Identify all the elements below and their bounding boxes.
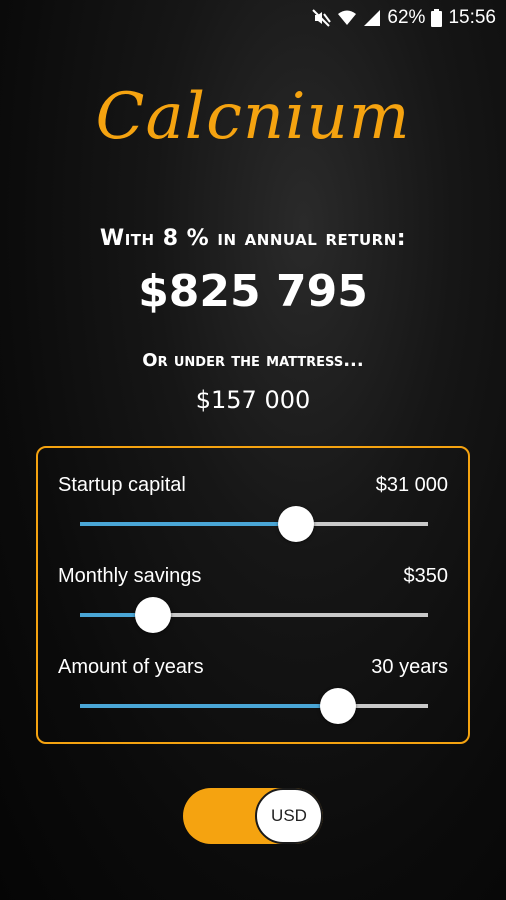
startup-capital-value: $31 000 [375,474,448,496]
currency-toggle[interactable]: USD [183,788,323,844]
projected-total: $825 795 [138,266,368,317]
slider-track-fill [80,704,338,708]
slider-thumb[interactable] [135,597,172,633]
signal-icon [363,9,381,27]
app-logo: Calcnium [95,80,411,154]
monthly-savings-label: Monthly savings [58,565,202,587]
battery-icon [431,9,443,27]
inputs-panel: Startup capital $31 000 Monthly savings … [36,446,470,744]
mute-icon [311,8,332,28]
years-value: 30 years [371,656,448,678]
return-headline: With 8 % in annual return: [99,226,407,251]
status-bar: 62% 15:56 [0,0,506,36]
slider-thumb[interactable] [319,688,356,724]
monthly-savings-value: $350 [403,565,449,587]
startup-capital-label: Startup capital [58,474,186,496]
mattress-total: $157 000 [195,386,311,414]
monthly-savings-slider[interactable] [80,595,428,635]
years-label: Amount of years [58,656,204,678]
slider-thumb[interactable] [277,506,314,542]
years-slider[interactable] [80,686,428,726]
clock: 15:56 [448,7,496,28]
slider-track-fill [80,522,296,526]
currency-toggle-knob[interactable]: USD [255,788,323,844]
battery-percent: 62% [387,7,426,28]
startup-capital-slider[interactable] [80,504,428,544]
mattress-headline: Or under the mattress... [142,350,364,371]
wifi-icon [337,9,357,27]
